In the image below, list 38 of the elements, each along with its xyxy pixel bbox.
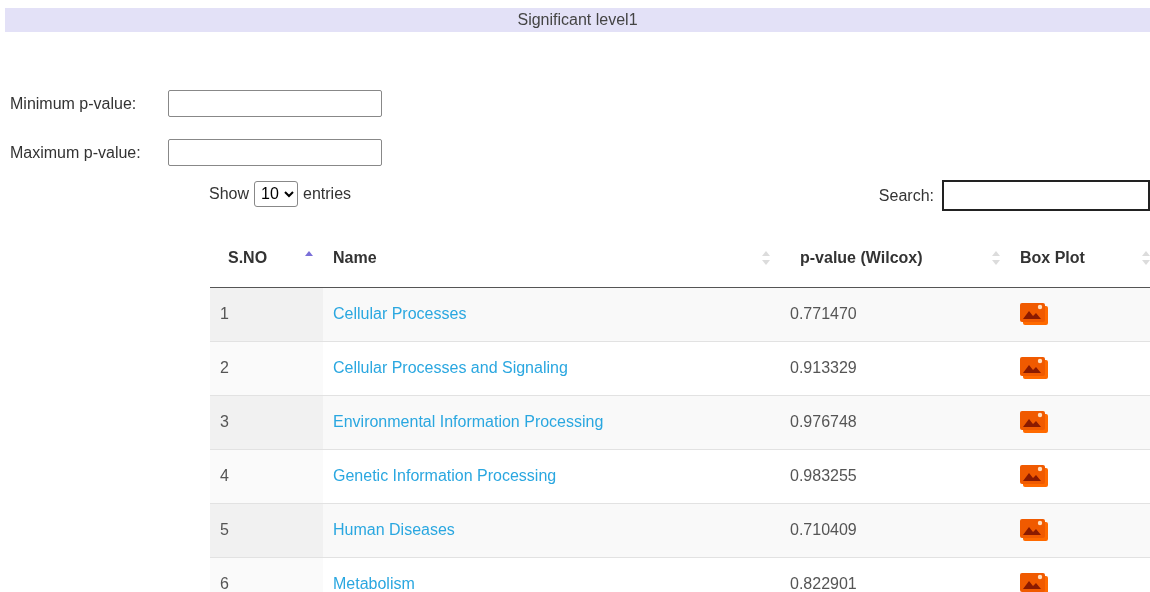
pathway-link[interactable]: Metabolism (333, 575, 415, 592)
table-cell: 5 (210, 503, 323, 557)
table-cell: 0.983255 (780, 449, 1010, 503)
table-cell: 3 (210, 395, 323, 449)
pathway-link[interactable]: Environmental Information Processing (333, 413, 604, 430)
entries-dropdown[interactable]: 10 (254, 180, 299, 207)
column-header[interactable]: p-value (Wilcox) (780, 229, 1010, 287)
table-cell: 2 (210, 341, 323, 395)
table-cell: 0.710409 (780, 503, 1010, 557)
column-header[interactable]: S.NO (210, 229, 323, 287)
table-cell: 0.913329 (780, 341, 1010, 395)
table-cell: 0.771470 (780, 287, 1010, 341)
section-title: Significant level1 (5, 8, 1150, 32)
table-cell: 1 (210, 287, 323, 341)
pathway-link[interactable]: Cellular Processes and Signaling (333, 359, 568, 376)
image-icon[interactable] (1020, 572, 1048, 592)
image-icon[interactable] (1020, 410, 1048, 434)
filter-label: Maximum p-value: (10, 143, 142, 162)
column-header[interactable]: Box Plot (1010, 229, 1150, 287)
pathway-link[interactable]: Genetic Information Processing (333, 467, 557, 484)
pathway-link[interactable]: Cellular Processes (333, 305, 467, 322)
pathway-link[interactable]: Human Diseases (333, 521, 455, 538)
table-cell: 0.822901 (780, 557, 1010, 592)
image-icon[interactable] (1020, 464, 1048, 488)
search-field[interactable] (942, 180, 1150, 211)
entries-label: entries (303, 184, 352, 203)
filter-label: Minimum p-value: (10, 94, 138, 113)
search-label: Search: (878, 186, 934, 205)
table-cell: 6 (210, 557, 323, 592)
input-field[interactable] (168, 139, 382, 166)
show-label: Show (209, 184, 250, 203)
image-icon[interactable] (1020, 302, 1048, 326)
image-icon[interactable] (1020, 356, 1048, 380)
table-cell: 0.976748 (780, 395, 1010, 449)
column-header[interactable]: Name (323, 229, 780, 287)
image-icon[interactable] (1020, 518, 1048, 542)
input-field[interactable] (168, 90, 382, 117)
table-cell: 4 (210, 449, 323, 503)
